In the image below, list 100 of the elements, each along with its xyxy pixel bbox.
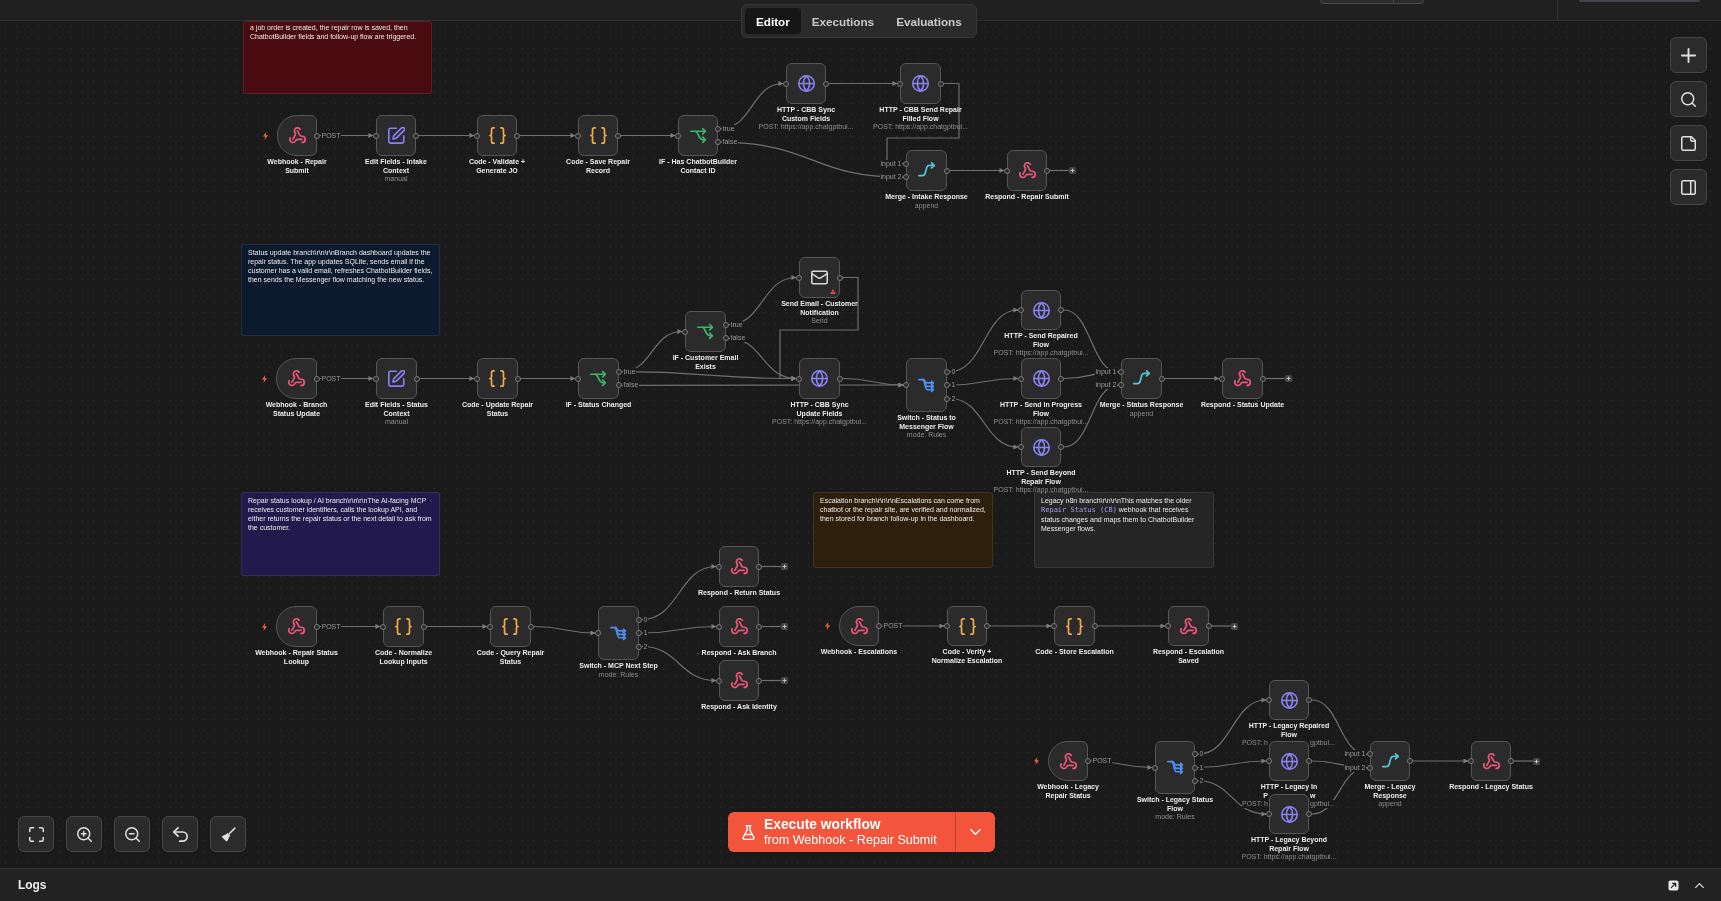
sticky-note-button[interactable] (1670, 125, 1707, 161)
plus-icon[interactable] (1533, 757, 1540, 765)
workflow-node[interactable] (1054, 606, 1095, 646)
zoom-in-button[interactable] (66, 816, 102, 852)
workflow-node[interactable] (906, 358, 947, 412)
input-handle[interactable] (1468, 758, 1474, 764)
workflow-node[interactable] (598, 606, 639, 660)
output-handle[interactable] (1092, 623, 1098, 629)
input-handle[interactable] (897, 80, 903, 87)
workflow-node[interactable] (1222, 358, 1263, 399)
plus-icon[interactable] (781, 563, 788, 570)
output-handle[interactable] (528, 623, 534, 630)
output-handle[interactable] (1058, 444, 1064, 450)
workflow-node[interactable] (1269, 741, 1309, 781)
output-handle[interactable] (984, 623, 990, 629)
output-handle[interactable] (1159, 375, 1165, 382)
workflow-node[interactable] (276, 606, 317, 647)
output-handle[interactable] (1306, 697, 1312, 703)
input-handle[interactable] (1219, 375, 1225, 382)
plus-icon[interactable] (1069, 167, 1076, 174)
workflow-node[interactable] (376, 115, 416, 156)
output-handle[interactable] (1407, 758, 1413, 764)
output-handle[interactable] (837, 274, 843, 281)
reset-zoom-button[interactable] (162, 816, 198, 852)
workflow-node[interactable] (678, 115, 718, 156)
input-handle[interactable] (373, 132, 379, 139)
workflow-node[interactable] (376, 358, 417, 399)
pop-out-icon[interactable] (1668, 879, 1679, 891)
output-handle[interactable] (413, 132, 419, 139)
workflow-node[interactable] (277, 115, 317, 156)
fit-view-button[interactable] (18, 816, 54, 852)
input-handle[interactable] (1018, 307, 1024, 313)
input-handle[interactable] (474, 375, 480, 382)
output-handle[interactable] (823, 80, 829, 87)
workflow-node[interactable] (786, 63, 826, 104)
chevron-up-icon[interactable] (1695, 882, 1704, 888)
tab[interactable]: Executions (800, 8, 886, 34)
workflow-node[interactable] (900, 63, 941, 104)
output-handle[interactable] (1260, 375, 1266, 382)
output-handle[interactable] (837, 375, 843, 382)
workflow-node[interactable] (719, 546, 759, 587)
input-handle[interactable] (1152, 764, 1158, 771)
workflow-node[interactable] (1121, 358, 1162, 399)
input-handle[interactable] (1165, 623, 1171, 629)
workflow-node[interactable] (1168, 606, 1209, 646)
input-handle[interactable] (903, 382, 909, 388)
plus-icon[interactable] (1285, 375, 1292, 382)
output-handle[interactable] (876, 623, 882, 629)
input-handle[interactable] (487, 623, 493, 630)
workflow-node[interactable] (1471, 741, 1511, 781)
output-handle[interactable] (615, 132, 621, 139)
output-handle[interactable] (314, 132, 320, 139)
workflow-node[interactable] (578, 115, 618, 156)
output-handle[interactable] (414, 375, 420, 382)
output-handle[interactable] (1306, 811, 1312, 817)
input-handle[interactable] (1266, 758, 1272, 764)
input-handle[interactable] (380, 623, 386, 630)
output-handle[interactable] (756, 623, 762, 630)
workflow-node[interactable] (1007, 150, 1047, 191)
panel-toggle-button[interactable] (1670, 169, 1707, 205)
input-handle[interactable] (1051, 623, 1057, 629)
input-handle[interactable] (716, 563, 722, 570)
workflow-node[interactable] (1155, 741, 1195, 794)
input-handle[interactable] (682, 328, 688, 335)
input-handle[interactable] (595, 630, 601, 636)
output-handle[interactable] (1206, 623, 1212, 629)
workflow-node[interactable] (947, 606, 987, 646)
workflow-node[interactable] (719, 660, 759, 701)
input-handle[interactable] (675, 132, 681, 139)
plus-icon[interactable] (1231, 622, 1238, 630)
input-handle[interactable] (716, 623, 722, 630)
input-handle[interactable] (474, 132, 480, 139)
input-handle[interactable] (796, 375, 802, 382)
tidy-up-button[interactable] (210, 816, 246, 852)
tab[interactable]: Evaluations (885, 8, 973, 34)
workflow-node[interactable] (906, 150, 947, 191)
input-handle[interactable] (1018, 375, 1024, 382)
output-handle[interactable] (756, 677, 762, 684)
workflow-node[interactable] (276, 358, 317, 399)
search-button[interactable] (1670, 81, 1707, 117)
output-handle[interactable] (756, 563, 762, 570)
input-handle[interactable] (716, 677, 722, 684)
workflow-node[interactable] (685, 311, 726, 352)
output-handle[interactable] (938, 80, 944, 87)
output-handle[interactable] (1058, 375, 1064, 382)
workflow-node[interactable] (1021, 427, 1061, 467)
workflow-node[interactable] (578, 358, 619, 399)
workflow-node[interactable] (383, 606, 424, 647)
output-handle[interactable] (1306, 758, 1312, 764)
zoom-out-button[interactable] (114, 816, 150, 852)
input-handle[interactable] (1018, 444, 1024, 450)
output-handle[interactable] (514, 132, 520, 139)
workflow-node[interactable] (1370, 741, 1410, 781)
workflow-node[interactable] (477, 358, 518, 399)
output-handle[interactable] (421, 623, 427, 630)
input-handle[interactable] (783, 80, 789, 87)
workflow-node[interactable] (477, 115, 517, 156)
workflow-node[interactable] (1048, 741, 1088, 781)
output-handle[interactable] (314, 375, 320, 382)
input-handle[interactable] (1266, 811, 1272, 817)
